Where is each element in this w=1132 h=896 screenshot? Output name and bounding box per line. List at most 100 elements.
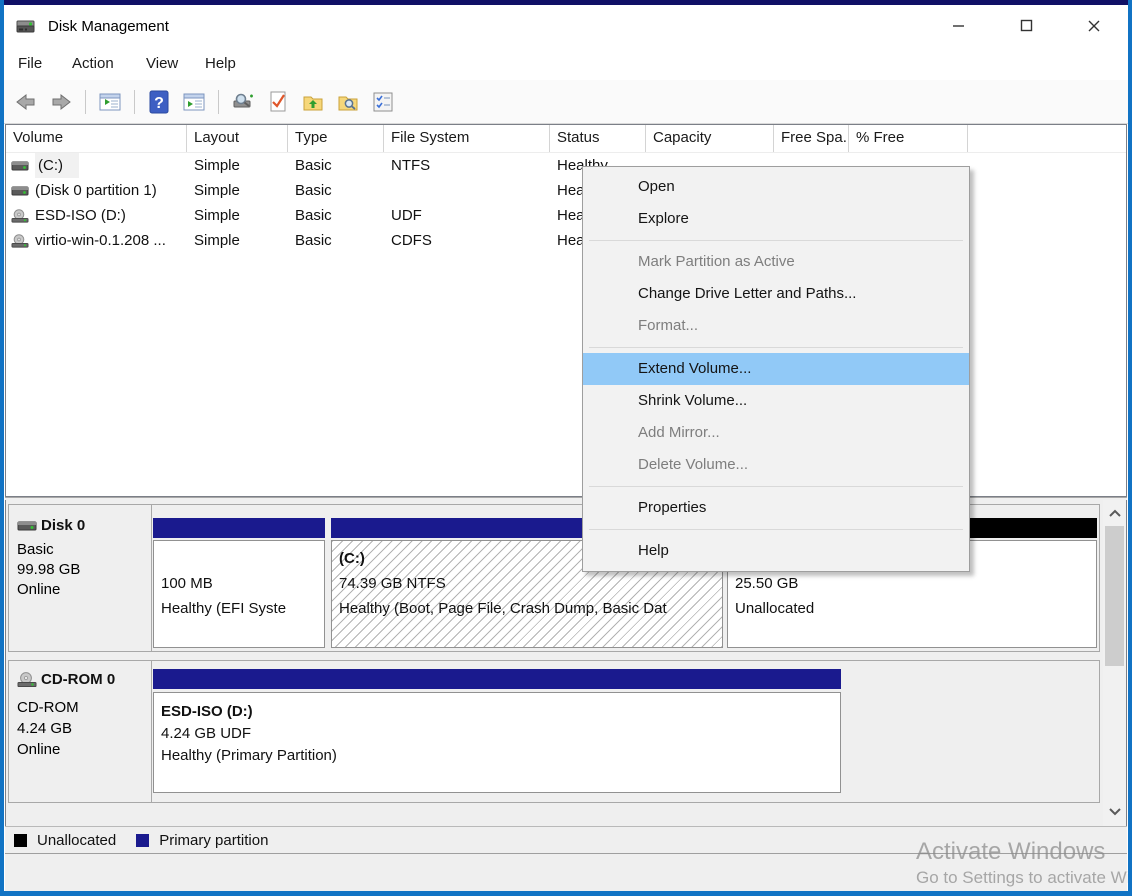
context-menu-item-open[interactable]: Open [583,171,969,203]
context-menu-item-shrink-volume[interactable]: Shrink Volume... [583,385,969,417]
scrollbar-thumb[interactable] [1105,526,1124,666]
efi-partition[interactable]: 100 MB Healthy (EFI Syste [153,540,325,648]
close-button[interactable] [1068,5,1120,47]
column-header-filler [968,125,1126,152]
drive-icon [11,185,29,197]
maximize-button[interactable] [1000,5,1052,47]
context-menu-separator [583,481,969,492]
disk0-info-panel[interactable]: Disk 0 Basic 99.98 GB Online [9,505,152,651]
cd-drive-icon [11,209,29,223]
help-icon: ? [148,90,170,114]
volume-name: (C:) [35,153,79,178]
legend-swatch-unallocated [14,834,27,847]
context-menu-item-explore[interactable]: Explore [583,203,969,235]
window-border-bottom [0,891,1132,896]
help-button[interactable]: ? [145,88,173,116]
check-document-icon [267,90,289,114]
layout-cell: Simple [187,178,288,203]
disk-type: CD-ROM [17,699,79,716]
type-cell: Basic [288,178,384,203]
cd-drive-icon [17,672,37,688]
partition-status: Healthy (Primary Partition) [161,745,337,767]
show-action-pane-button[interactable] [180,88,208,116]
forward-button[interactable] [47,88,75,116]
window-border-right [1128,0,1132,896]
activate-windows-watermark-line1: Activate Windows [916,838,1105,866]
esd-iso-partition[interactable]: ESD-ISO (D:) 4.24 GB UDF Healthy (Primar… [153,692,841,793]
cdrom-band: CD-ROM 0 CD-ROM 4.24 GB Online ESD-ISO (… [8,660,1100,803]
region-size: 25.50 GB [735,571,814,596]
menubar: File Action View Help [4,48,1128,80]
volume-name: ESD-ISO (D:) [35,203,126,228]
show-console-tree-button[interactable] [96,88,124,116]
partition-size: 100 MB [161,571,286,596]
back-button[interactable] [12,88,40,116]
column-header-free-space[interactable]: Free Spa... [774,125,849,152]
esd-iso-partition-bar [153,669,841,689]
disk-type: Basic [17,541,54,558]
type-cell: Basic [288,153,384,178]
region-status: Unallocated [735,596,814,621]
menu-action[interactable]: Action [72,48,114,80]
cdrom-info-panel[interactable]: CD-ROM 0 CD-ROM 4.24 GB Online [9,661,152,802]
context-menu-item-format: Format... [583,310,969,342]
disk-status: Online [17,741,60,758]
scroll-up-button[interactable] [1103,502,1126,525]
disk-status: Online [17,581,60,598]
column-header-percent-free[interactable]: % Free [849,125,968,152]
svg-text:?: ? [154,95,164,112]
disk-name: Disk 0 [41,517,85,534]
rescan-disks-button[interactable] [229,88,257,116]
forward-arrow-icon [49,91,73,113]
folder-up-button[interactable] [299,88,327,116]
minimize-button[interactable] [932,5,984,47]
type-cell: Basic [288,203,384,228]
file-system-cell: CDFS [384,228,550,253]
column-header-status[interactable]: Status [550,125,646,152]
menu-help[interactable]: Help [205,48,236,80]
window-border-left [0,0,4,896]
file-system-cell [384,178,550,203]
disk-name: CD-ROM 0 [41,671,115,688]
toolbar: ? [4,80,1128,124]
context-menu-item-add-mirror: Add Mirror... [583,417,969,449]
volume-table-header: Volume Layout Type File System Status Ca… [6,125,1126,153]
window-border-top [0,0,1132,5]
column-header-capacity[interactable]: Capacity [646,125,774,152]
layout-cell: Simple [187,203,288,228]
context-menu-item-extend-volume[interactable]: Extend Volume... [583,353,969,385]
toolbar-separator [134,90,135,114]
check-volume-button[interactable] [264,88,292,116]
file-system-cell: NTFS [384,153,550,178]
menu-view[interactable]: View [146,48,178,80]
legend-swatch-primary-partition [136,834,149,847]
chevron-down-icon [1108,807,1122,816]
vertical-scrollbar [1103,500,1126,826]
toolbar-separator [85,90,86,114]
scroll-down-button[interactable] [1103,800,1126,823]
layout-cell: Simple [187,228,288,253]
folder-search-button[interactable] [334,88,362,116]
layout-cell: Simple [187,153,288,178]
disk-size: 4.24 GB [17,720,72,737]
column-header-type[interactable]: Type [288,125,384,152]
context-menu-separator [583,524,969,535]
column-header-volume[interactable]: Volume [6,125,187,152]
disk-management-window: Disk Management File Action View Help [0,0,1132,896]
context-menu-separator [583,342,969,353]
properties-list-button[interactable] [369,88,397,116]
partition-title: ESD-ISO (D:) [161,701,337,723]
disk-icon [17,519,37,533]
context-menu-item-properties[interactable]: Properties [583,492,969,524]
column-header-layout[interactable]: Layout [187,125,288,152]
titlebar: Disk Management [4,5,1128,48]
context-menu-item-help[interactable]: Help [583,535,969,567]
app-icon [14,16,38,42]
context-menu-item-change-drive-letter[interactable]: Change Drive Letter and Paths... [583,278,969,310]
column-header-file-system[interactable]: File System [384,125,550,152]
context-menu-item-delete-volume: Delete Volume... [583,449,969,481]
folder-up-icon [301,91,325,113]
menu-file[interactable]: File [18,48,42,80]
partition-status: Healthy (EFI Syste [161,596,286,621]
toolbar-separator [218,90,219,114]
